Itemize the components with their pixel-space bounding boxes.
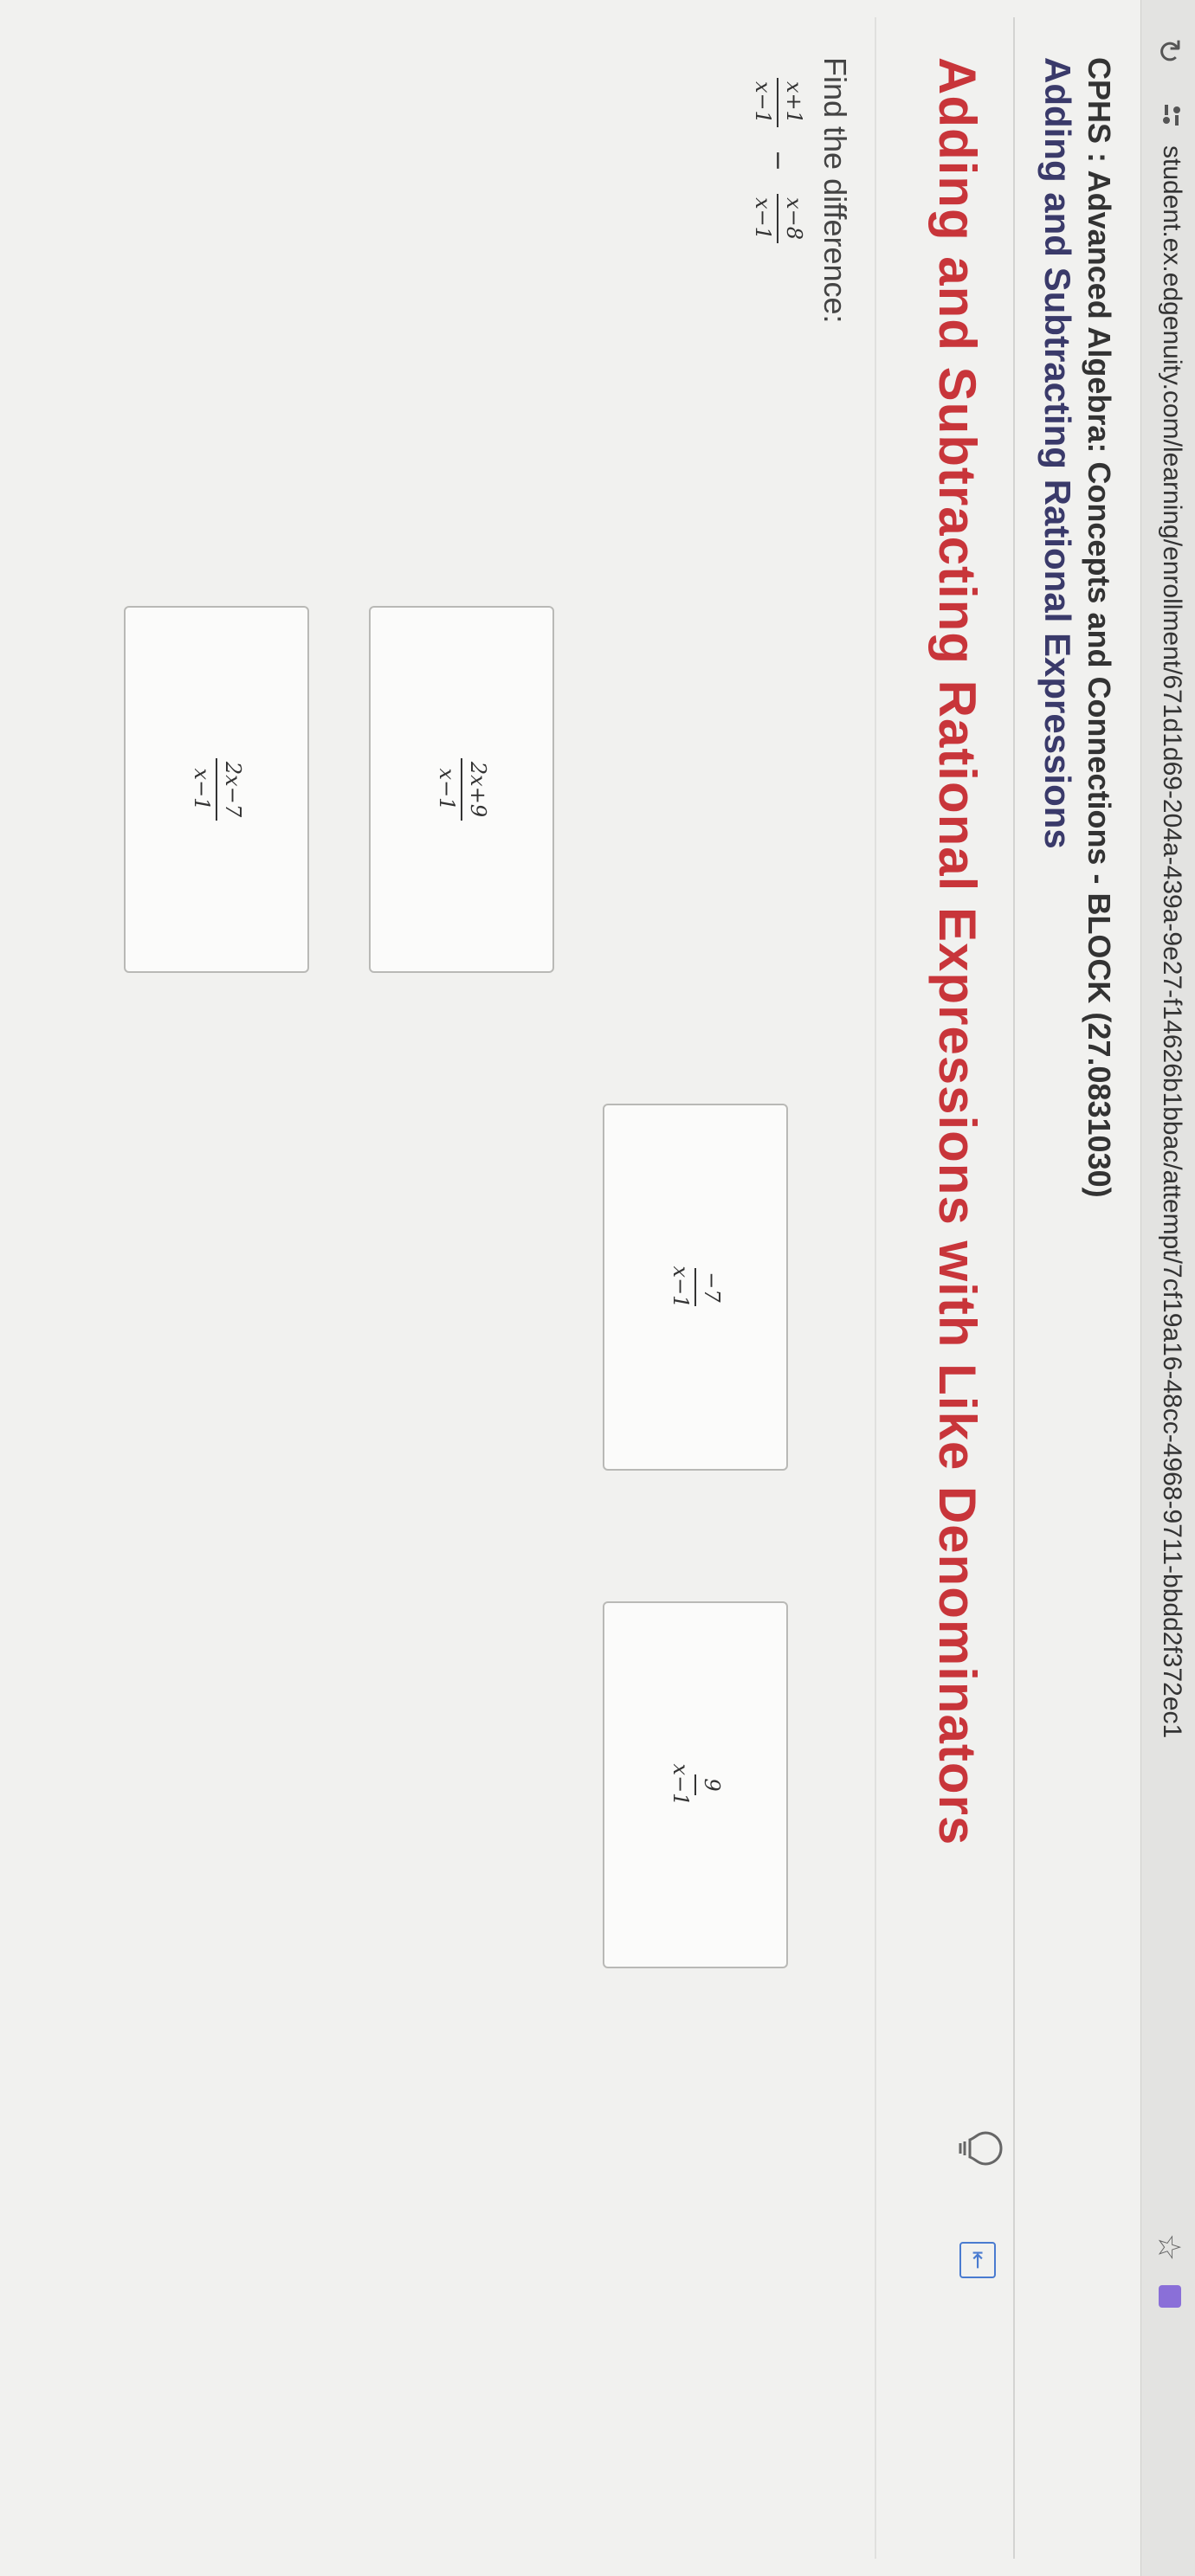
- activity-title: Adding and Subtracting Rational Expressi…: [928, 57, 986, 1846]
- answer-numerator: 2x−7: [216, 757, 245, 821]
- answer-tile-3[interactable]: −7 x−1: [603, 1104, 788, 1471]
- answer-denominator: x−1: [435, 768, 459, 811]
- lightbulb-icon[interactable]: [956, 2129, 1004, 2167]
- site-settings-icon[interactable]: [1159, 102, 1185, 128]
- page: ↻ student.ex.edgenuity.com/learning/enro…: [0, 0, 1195, 2576]
- answer-numerator: −7: [694, 1268, 724, 1306]
- url-text[interactable]: student.ex.edgenuity.com/learning/enroll…: [1157, 145, 1186, 1738]
- minus-operator: −: [762, 149, 793, 172]
- header-divider: [1013, 17, 1015, 2559]
- answer-fraction: −7 x−1: [668, 1263, 724, 1312]
- fraction-term-2: x−8 x−1: [751, 194, 806, 243]
- section-divider: [875, 17, 876, 2559]
- term2-denominator: x−1: [751, 197, 776, 240]
- fraction-term-1: x+1 x−1: [751, 78, 806, 127]
- answer-fraction: 9 x−1: [668, 1761, 724, 1810]
- answer-fraction: 2x−7 x−1: [189, 757, 245, 821]
- lesson-title: Adding and Subtracting Rational Expressi…: [1037, 57, 1078, 849]
- answer-denominator: x−1: [669, 1265, 693, 1309]
- term1-numerator: x+1: [777, 78, 806, 127]
- extension-icon[interactable]: [1159, 2285, 1181, 2308]
- address-bar[interactable]: ↻ student.ex.edgenuity.com/learning/enro…: [1140, 0, 1195, 2576]
- term1-denominator: x−1: [751, 81, 776, 124]
- answer-tile-2[interactable]: 2x−7 x−1: [124, 606, 309, 973]
- answer-numerator: 9: [694, 1774, 724, 1795]
- question-expression: x+1 x−1 − x−8 x−1: [751, 78, 806, 243]
- question-prompt: Find the difference:: [817, 57, 853, 324]
- answer-fraction: 2x+9 x−1: [434, 757, 490, 821]
- answer-tile-4[interactable]: 9 x−1: [603, 1601, 788, 1968]
- answer-denominator: x−1: [669, 1763, 693, 1806]
- refresh-icon[interactable]: ↻: [1151, 38, 1186, 64]
- course-title: CPHS : Advanced Algebra: Concepts and Co…: [1082, 57, 1117, 1198]
- answer-numerator: 2x+9: [461, 757, 490, 821]
- answer-denominator: x−1: [190, 768, 214, 811]
- term2-numerator: x−8: [777, 194, 806, 243]
- bookmark-star-icon[interactable]: ☆: [1151, 2233, 1186, 2261]
- expand-icon[interactable]: ⇤: [959, 2242, 996, 2278]
- answer-tile-1[interactable]: 2x+9 x−1: [369, 606, 554, 973]
